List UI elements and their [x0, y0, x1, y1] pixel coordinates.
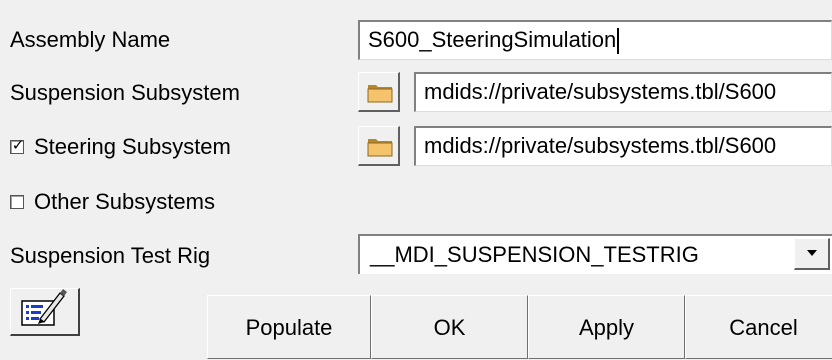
suspension-subsystem-value: mdids://private/subsystems.tbl/S600 [424, 79, 777, 104]
assembly-name-value: S600_SteeringSimulation [368, 27, 617, 52]
assembly-name-field[interactable]: S600_SteeringSimulation [358, 20, 832, 60]
other-subsystems-checkbox[interactable] [10, 195, 24, 209]
steering-subsystem-row[interactable]: ✓ Steering Subsystem [10, 129, 231, 165]
folder-icon [367, 139, 393, 157]
folder-icon [367, 85, 393, 103]
text-cursor [617, 28, 620, 55]
steering-subsystem-field[interactable]: mdids://private/subsystems.tbl/S600 [414, 126, 832, 166]
edit-list-icon [21, 289, 67, 326]
other-subsystems-label: Other Subsystems [34, 189, 215, 214]
steering-browse-button[interactable] [358, 126, 400, 166]
suspension-browse-button[interactable] [358, 72, 400, 112]
populate-button[interactable]: Populate [207, 295, 371, 359]
dropdown-arrow-button[interactable] [794, 238, 830, 270]
check-mark-icon: ✓ [11, 137, 25, 154]
test-rig-dropdown[interactable]: __MDI_SUSPENSION_TESTRIG [358, 234, 832, 274]
triangle-down-icon [807, 250, 817, 256]
suspension-subsystem-label: Suspension Subsystem [10, 80, 240, 105]
cancel-button[interactable]: Cancel [685, 295, 832, 359]
steering-subsystem-value: mdids://private/subsystems.tbl/S600 [424, 133, 777, 158]
ok-button[interactable]: OK [371, 295, 528, 359]
apply-button[interactable]: Apply [528, 295, 685, 359]
other-subsystems-row[interactable]: Other Subsystems [10, 184, 215, 220]
suspension-test-rig-label: Suspension Test Rig [10, 243, 211, 268]
edit-list-button[interactable] [10, 288, 80, 336]
assembly-name-label: Assembly Name [10, 27, 171, 52]
suspension-subsystem-field[interactable]: mdids://private/subsystems.tbl/S600 [414, 72, 832, 112]
test-rig-value: __MDI_SUSPENSION_TESTRIG [370, 242, 699, 267]
steering-subsystem-checkbox[interactable]: ✓ [10, 137, 25, 154]
steering-subsystem-label: Steering Subsystem [34, 134, 231, 159]
